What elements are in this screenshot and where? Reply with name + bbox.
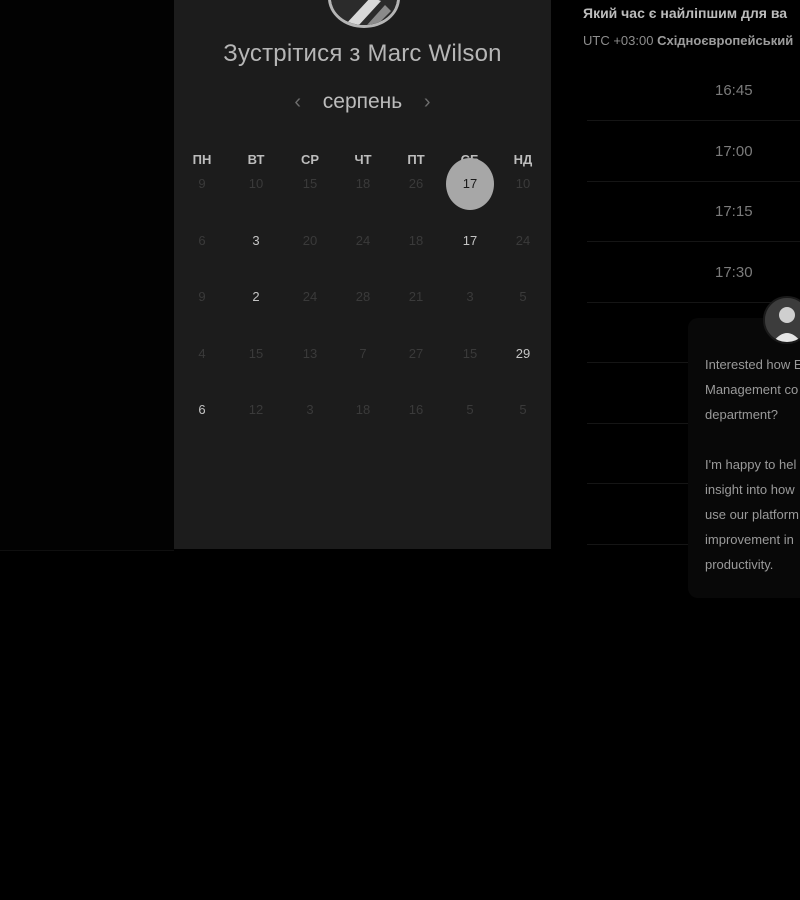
calendar-day-unavailable: 3 xyxy=(466,289,474,304)
calendar-day-available[interactable]: 6 xyxy=(182,400,222,420)
calendar-day-unavailable: 18 xyxy=(355,176,371,191)
time-slot[interactable]: 17:15 xyxy=(587,185,800,242)
calendar-day-unavailable: 27 xyxy=(408,346,424,361)
left-background xyxy=(0,0,174,551)
time-slot[interactable]: 17:00 xyxy=(587,125,800,182)
calendar-day-unavailable: 15 xyxy=(302,176,318,191)
calendar-day-available[interactable]: 3 xyxy=(236,231,276,251)
calendar-day-unavailable: 26 xyxy=(408,176,424,191)
calendar-day-unavailable: 15 xyxy=(248,346,264,361)
calendar-day-unavailable: 21 xyxy=(408,289,424,304)
calendar-day-available[interactable]: 29 xyxy=(503,344,543,364)
calendar-day-unavailable: 13 xyxy=(302,346,318,361)
timezone-offset: UTC +03:00 xyxy=(583,33,654,48)
calendar-day-unavailable: 16 xyxy=(408,402,424,417)
calendar-day-unavailable: 24 xyxy=(302,289,318,304)
time-slot[interactable]: 17:30 xyxy=(587,246,800,303)
calendar-day-available[interactable]: 2 xyxy=(236,287,276,307)
calendar-day-unavailable: 24 xyxy=(515,233,531,248)
calendar-grid: 9 10 15 18 26 17 10 6 3 20 24 18 17 24 9 2 24 28 21 3 5 4 15 13… xyxy=(174,0,551,549)
calendar-day-selected[interactable]: 17 xyxy=(446,158,494,210)
time-slot-label: 17:15 xyxy=(715,203,753,220)
calendar-day-unavailable: 7 xyxy=(359,346,367,361)
calendar-day-unavailable: 18 xyxy=(355,402,371,417)
calendar-day-unavailable: 28 xyxy=(355,289,371,304)
chat-message: Interested how E Management co departmen… xyxy=(705,357,800,572)
calendar-day-available[interactable]: 17 xyxy=(450,231,490,251)
time-slot[interactable]: 16:45 xyxy=(587,64,800,121)
calendar-day-unavailable: 5 xyxy=(519,402,527,417)
calendar-day-unavailable: 10 xyxy=(515,176,531,191)
timezone-label[interactable]: UTC +03:00 Східноєвропейський xyxy=(583,33,793,48)
calendar-day-unavailable: 9 xyxy=(198,176,206,191)
chat-popup: Interested how E Management co departmen… xyxy=(688,318,800,598)
calendar-day-unavailable: 24 xyxy=(355,233,371,248)
calendar-day-unavailable: 10 xyxy=(248,176,264,191)
calendar-day-unavailable: 12 xyxy=(248,402,264,417)
time-question: Який час є найліпшим для ва xyxy=(583,5,788,21)
calendar-day-unavailable: 5 xyxy=(466,402,474,417)
calendar-day-unavailable: 18 xyxy=(408,233,424,248)
calendar-day-unavailable: 9 xyxy=(198,289,206,304)
time-slot-label: 16:45 xyxy=(715,82,753,99)
time-slot-label: 17:00 xyxy=(715,142,753,160)
calendar-day-unavailable: 4 xyxy=(198,346,206,361)
timezone-name: Східноєвропейський xyxy=(657,33,794,48)
calendar-day-unavailable: 20 xyxy=(302,233,318,248)
time-slot-label: 17:30 xyxy=(715,263,753,281)
calendar-day-unavailable: 3 xyxy=(306,402,314,417)
calendar-day-unavailable: 15 xyxy=(462,346,478,361)
calendar-day-unavailable: 6 xyxy=(198,233,206,248)
booking-panel: Зустрітися з Marc Wilson ‹ серпень › ПН В… xyxy=(174,0,551,549)
calendar-day-unavailable: 5 xyxy=(519,289,527,304)
